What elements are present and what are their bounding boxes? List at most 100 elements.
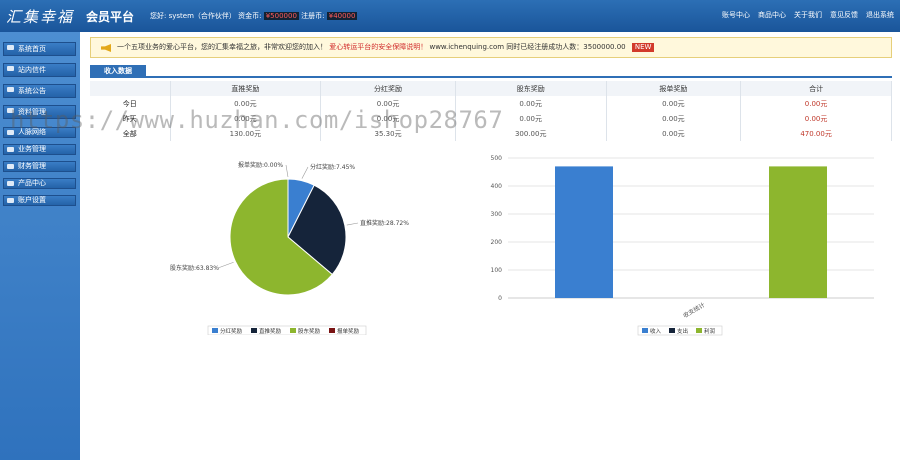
- sidebar-item-finance[interactable]: 财务管理: [3, 161, 76, 172]
- tab-bar: 收入数据: [90, 65, 892, 78]
- sidebar-item-announcements[interactable]: 系统公告: [3, 84, 76, 98]
- pie-legend: 分红奖励 直推奖励 股东奖励 报单奖励: [207, 325, 367, 336]
- pie-legend-label: 直推奖励: [259, 327, 282, 335]
- header-bar: 汇集幸福 会员平台 您好: system（合作伙伴） 资金币: ¥500000 …: [0, 0, 900, 32]
- table-row: 全部 130.00元 35.30元 300.00元 0.00元 470.00元: [90, 126, 892, 141]
- site-logo[interactable]: 汇集幸福: [6, 6, 74, 27]
- income-table: 直推奖励 分红奖励 股东奖励 报单奖励 合计 今日 0.00元 0.00元 0.…: [90, 81, 892, 141]
- sidebar-item-label: 人脉网络: [18, 128, 46, 136]
- network-icon: [7, 130, 14, 135]
- pie-leader-line: [285, 164, 289, 178]
- table-cell: 300.00元: [455, 126, 607, 141]
- bar-y-tick-label: 300: [491, 211, 503, 218]
- bar-chart-svg: 0 100 200 300 400 500 收支统计收入 支出 利润: [491, 155, 874, 336]
- sidebar-item-network[interactable]: 人脉网络: [3, 127, 76, 138]
- pie-legend-swatch: [251, 328, 257, 333]
- pie-slice-label: 股东奖励:63.83%: [170, 264, 219, 272]
- pie-legend-swatch: [212, 328, 218, 333]
- tab-income-data[interactable]: 收入数据: [90, 65, 146, 78]
- column-header: 合计: [740, 81, 892, 96]
- pie-chart-svg: 分红奖励:7.45% 直推奖励:28.72% 股东奖励:63.83% 报单奖励:0.0…: [170, 161, 409, 336]
- table-cell: 0.00元: [606, 96, 742, 111]
- sidebar-item-label: 财务管理: [18, 162, 46, 170]
- income-bar-chart: 0 100 200 300 400 500 收支统计 收入 支出 利润: [480, 150, 880, 340]
- pie-legend-swatch: [329, 328, 335, 333]
- table-row: 昨天 0.00元 0.00元 0.00元 0.00元 0.00元: [90, 111, 892, 126]
- column-header: [90, 81, 171, 96]
- mail-icon: [7, 66, 14, 71]
- pie-leader-line: [346, 222, 359, 226]
- row-label: 全部: [90, 126, 171, 141]
- announcement-icon: [7, 87, 14, 92]
- bar-legend-swatch: [696, 328, 702, 333]
- sidebar-item-label: 产品中心: [18, 179, 46, 187]
- bar-legend-swatch: [642, 328, 648, 333]
- balance-label-1: 资金币:: [238, 12, 262, 20]
- settings-icon: [7, 198, 14, 203]
- table-cell: 0.00元: [455, 96, 607, 111]
- bar-y-tick-label: 100: [491, 267, 503, 274]
- pie-legend-label: 报单奖励: [337, 327, 360, 335]
- user-greeting: 您好: system（合作伙伴）: [150, 12, 236, 20]
- total-cell: 0.00元: [740, 111, 892, 126]
- bar-profit: [769, 166, 827, 298]
- bar-legend-label: 收入: [650, 327, 662, 335]
- pie-slice-label: 报单奖励:0.00%: [238, 161, 283, 169]
- bar-y-tick-label: 200: [491, 239, 503, 246]
- nav-feedback[interactable]: 意见反馈: [830, 10, 858, 20]
- total-cell: 0.00元: [740, 96, 892, 111]
- bar-legend-label: 利润: [704, 327, 716, 335]
- sidebar-item-messages[interactable]: 站内信件: [3, 63, 76, 77]
- notice-text-after: www.ichenquing.com 同时已经注册成功人数：3500000.00: [429, 43, 626, 51]
- column-header: 股东奖励: [455, 81, 607, 96]
- reward-pie-chart: 分红奖励:7.45% 直推奖励:28.72% 股东奖励:63.83% 报单奖励:0.0…: [160, 155, 450, 336]
- sidebar-item-home[interactable]: 系统首页: [3, 42, 76, 56]
- top-nav: 账号中心 商品中心 关于我们 意见反馈 退出系统: [722, 10, 894, 20]
- bar-legend-label: 支出: [677, 327, 688, 335]
- pie-legend-label: 分红奖励: [220, 327, 243, 335]
- platform-title: 会员平台: [86, 10, 135, 24]
- business-icon: [7, 147, 14, 152]
- finance-icon: [7, 164, 14, 169]
- sidebar-item-label: 系统公告: [18, 87, 46, 95]
- bar-x-category-label: 收支统计: [682, 301, 707, 320]
- sidebar-item-products[interactable]: 产品中心: [3, 178, 76, 189]
- sidebar-item-label: 业务管理: [18, 145, 46, 153]
- bar-legend-swatch: [669, 328, 675, 333]
- sidebar-item-label: 系统首页: [18, 45, 46, 53]
- bar-y-tick-label: 500: [491, 155, 503, 162]
- column-header: 报单奖励: [606, 81, 742, 96]
- user-info-bar: 您好: system（合作伙伴） 资金币: ¥500000 注册币: ¥4000…: [150, 11, 358, 21]
- bar-legend: 收入 支出 利润: [637, 325, 723, 336]
- notice-text: 一个五项业务的爱心平台，您的汇集幸福之旅，非常欢迎您的加入！: [117, 43, 327, 51]
- product-icon: [7, 181, 14, 186]
- table-header-row: 直推奖励 分红奖励 股东奖励 报单奖励 合计: [90, 81, 892, 96]
- nav-about[interactable]: 关于我们: [794, 10, 822, 20]
- row-label: 今日: [90, 96, 171, 111]
- new-badge: NEW: [631, 43, 655, 52]
- pie-legend-swatch: [290, 328, 296, 333]
- nav-logout[interactable]: 退出系统: [866, 10, 894, 20]
- column-header: 分红奖励: [320, 81, 456, 96]
- speaker-icon: [101, 44, 111, 52]
- home-icon: [7, 45, 14, 50]
- sidebar-item-profile[interactable]: 资料管理: [3, 105, 76, 119]
- sidebar-item-account-settings[interactable]: 账户设置: [3, 195, 76, 206]
- notice-highlight-link[interactable]: 爱心转运平台的安全保障说明！: [329, 43, 427, 51]
- balance-value-1: ¥500000: [263, 12, 299, 20]
- nav-account-center[interactable]: 账号中心: [722, 10, 750, 20]
- table-cell: 0.00元: [320, 96, 456, 111]
- table-cell: 0.00元: [320, 111, 456, 126]
- sidebar-item-business[interactable]: 业务管理: [3, 144, 76, 155]
- bar-y-tick-label: 0: [498, 295, 502, 302]
- nav-products[interactable]: 商品中心: [758, 10, 786, 20]
- balance-value-2: ¥40000: [326, 12, 358, 20]
- profile-icon: [7, 108, 14, 113]
- table-row: 今日 0.00元 0.00元 0.00元 0.00元 0.00元: [90, 96, 892, 111]
- row-label: 昨天: [90, 111, 171, 126]
- notice-bar: 一个五项业务的爱心平台，您的汇集幸福之旅，非常欢迎您的加入！ 爱心转运平台的安全…: [90, 37, 892, 58]
- balance-label-2: 注册币:: [301, 12, 325, 20]
- table-cell: 130.00元: [170, 126, 322, 141]
- table-cell: 0.00元: [455, 111, 607, 126]
- table-cell: 0.00元: [606, 126, 742, 141]
